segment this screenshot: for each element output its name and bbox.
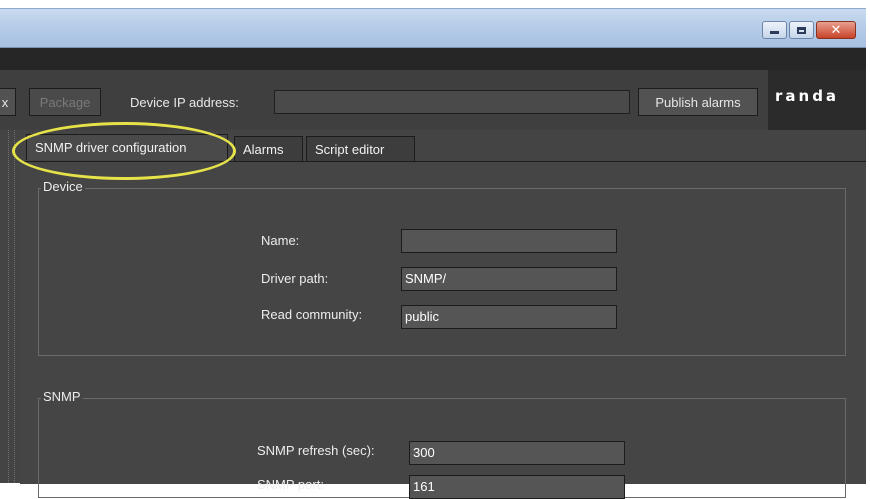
toolbar: x Package Device IP address: Publish ala… bbox=[0, 70, 866, 130]
maximize-button[interactable] bbox=[789, 21, 814, 39]
snmp-port-label: SNMP port: bbox=[257, 477, 324, 492]
driver-path-input[interactable]: SNMP/ bbox=[401, 267, 617, 291]
device-legend: Device bbox=[41, 179, 85, 194]
name-label: Name: bbox=[261, 233, 300, 248]
device-ip-label: Device IP address: bbox=[130, 95, 239, 110]
snmp-fieldset: SNMP SNMP refresh (sec): 300 SNMP port: … bbox=[38, 389, 846, 499]
snmp-legend: SNMP bbox=[41, 389, 83, 404]
menu-strip bbox=[0, 48, 866, 70]
publish-alarms-label: Publish alarms bbox=[655, 94, 741, 110]
panel-resize-grip[interactable] bbox=[8, 130, 15, 483]
package-button[interactable]: Package bbox=[29, 88, 101, 116]
snmp-port-input[interactable]: 161 bbox=[409, 475, 625, 499]
tab-label: Script editor bbox=[315, 141, 385, 157]
tab-label: Alarms bbox=[243, 141, 284, 157]
snmp-refresh-input[interactable]: 300 bbox=[409, 441, 625, 465]
tab-label: SNMP driver configuration bbox=[35, 140, 187, 155]
package-label: Package bbox=[39, 94, 91, 110]
brand-logo: randa bbox=[775, 87, 840, 105]
snmp-config-panel: Device Name: Driver path: SNMP/ Read com… bbox=[20, 161, 866, 499]
driver-path-label: Driver path: bbox=[261, 271, 329, 286]
read-community-label: Read community: bbox=[261, 307, 363, 322]
maximize-icon bbox=[797, 26, 806, 34]
close-icon: ✕ bbox=[830, 22, 842, 38]
publish-alarms-button[interactable]: Publish alarms bbox=[638, 88, 758, 116]
partial-left-label: x bbox=[1, 94, 9, 110]
window-controls: ✕ bbox=[760, 21, 856, 39]
partial-left-button[interactable]: x bbox=[0, 88, 16, 116]
app-body: x Package Device IP address: Publish ala… bbox=[0, 70, 866, 499]
tab-snmp-driver-configuration[interactable]: SNMP driver configuration bbox=[26, 134, 228, 160]
close-button[interactable]: ✕ bbox=[816, 21, 856, 39]
window-titlebar: ✕ bbox=[0, 8, 866, 48]
tab-script-editor[interactable]: Script editor bbox=[306, 136, 415, 161]
name-input[interactable] bbox=[401, 229, 617, 253]
minimize-button[interactable] bbox=[762, 21, 787, 39]
device-fieldset: Device Name: Driver path: SNMP/ Read com… bbox=[38, 179, 846, 356]
snmp-refresh-label: SNMP refresh (sec): bbox=[257, 443, 375, 458]
read-community-input[interactable]: public bbox=[401, 305, 617, 329]
tab-alarms[interactable]: Alarms bbox=[234, 136, 303, 161]
minimize-icon bbox=[770, 31, 779, 34]
device-ip-input[interactable] bbox=[274, 90, 630, 114]
